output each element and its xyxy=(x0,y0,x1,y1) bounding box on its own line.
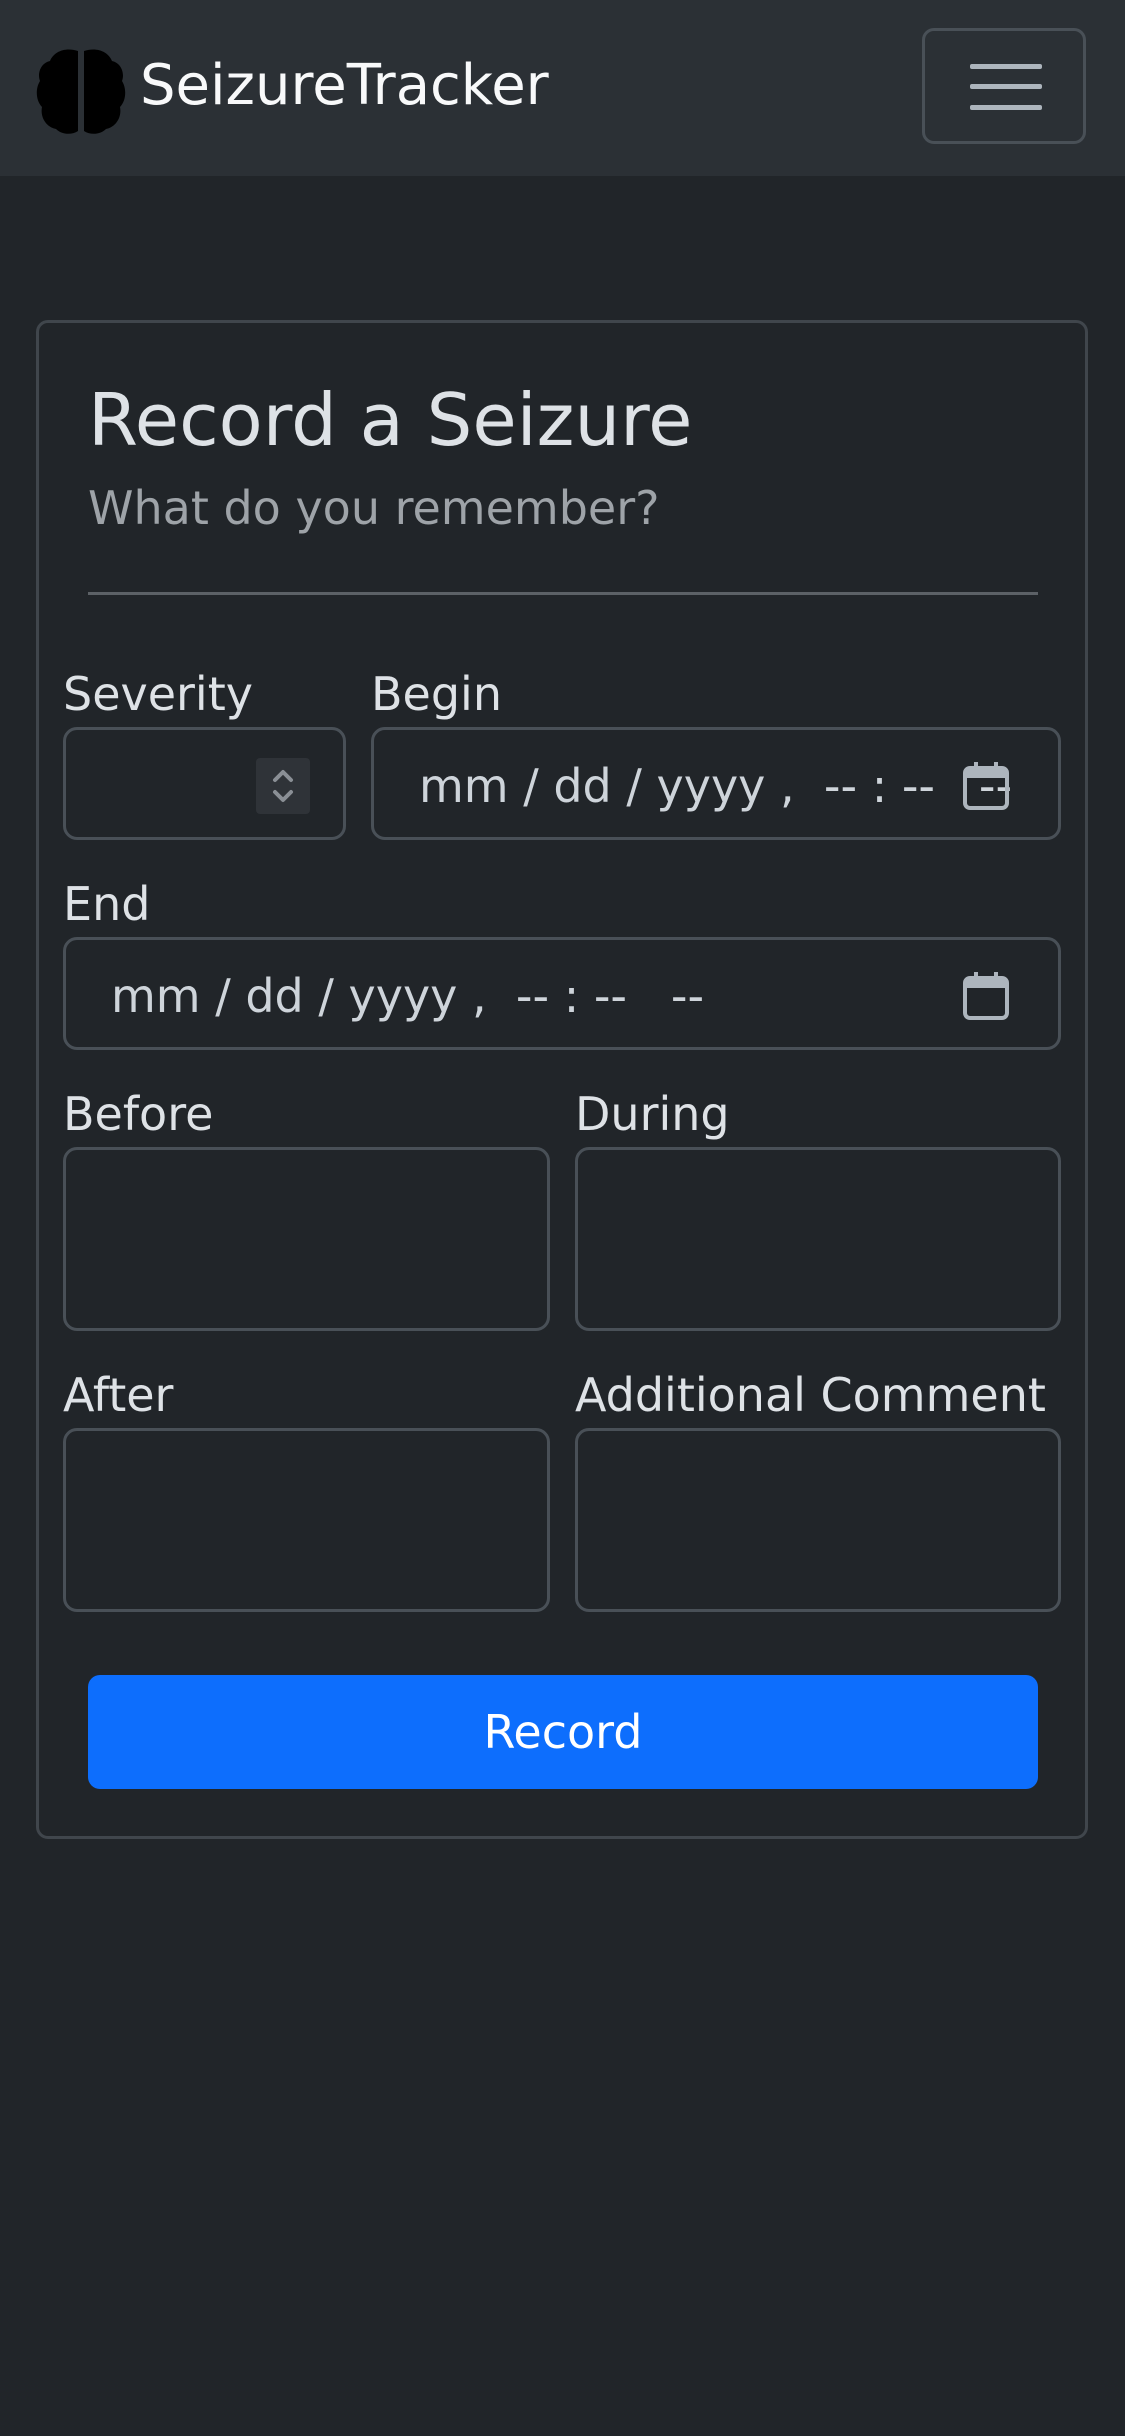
navbar: SeizureTracker xyxy=(0,0,1125,176)
end-datetime-input[interactable]: mm / dd / yyyy , -- : -- -- xyxy=(63,937,1061,1050)
additional-comment-label: Additional Comment xyxy=(575,1368,1046,1422)
number-spinner[interactable] xyxy=(256,758,310,814)
calendar-icon[interactable] xyxy=(961,758,1011,814)
brain-icon[interactable] xyxy=(36,45,126,137)
after-textarea[interactable] xyxy=(63,1428,550,1612)
divider xyxy=(88,592,1038,595)
additional-comment-textarea[interactable] xyxy=(575,1428,1061,1612)
hamburger-menu-icon xyxy=(970,84,1042,89)
page-subtitle: What do you remember? xyxy=(88,481,660,535)
end-label: End xyxy=(63,877,151,931)
calendar-icon[interactable] xyxy=(961,968,1011,1024)
begin-label: Begin xyxy=(371,667,502,721)
before-label: Before xyxy=(63,1087,214,1141)
before-textarea[interactable] xyxy=(63,1147,550,1331)
hamburger-menu-icon xyxy=(970,64,1042,69)
navbar-toggle-button[interactable] xyxy=(922,28,1086,144)
spinner-arrows-icon xyxy=(273,770,293,802)
during-textarea[interactable] xyxy=(575,1147,1061,1331)
begin-placeholder: mm / dd / yyyy , -- : -- -- xyxy=(419,759,1013,813)
during-label: During xyxy=(575,1087,730,1141)
brand-name[interactable]: SeizureTracker xyxy=(140,52,549,120)
after-label: After xyxy=(63,1368,174,1422)
end-placeholder: mm / dd / yyyy , -- : -- -- xyxy=(111,969,705,1023)
hamburger-menu-icon xyxy=(970,105,1042,110)
page-title: Record a Seizure xyxy=(88,378,693,462)
severity-label: Severity xyxy=(63,667,253,721)
record-button[interactable]: Record xyxy=(88,1675,1038,1789)
severity-input[interactable] xyxy=(63,727,346,840)
begin-datetime-input[interactable]: mm / dd / yyyy , -- : -- -- xyxy=(371,727,1061,840)
